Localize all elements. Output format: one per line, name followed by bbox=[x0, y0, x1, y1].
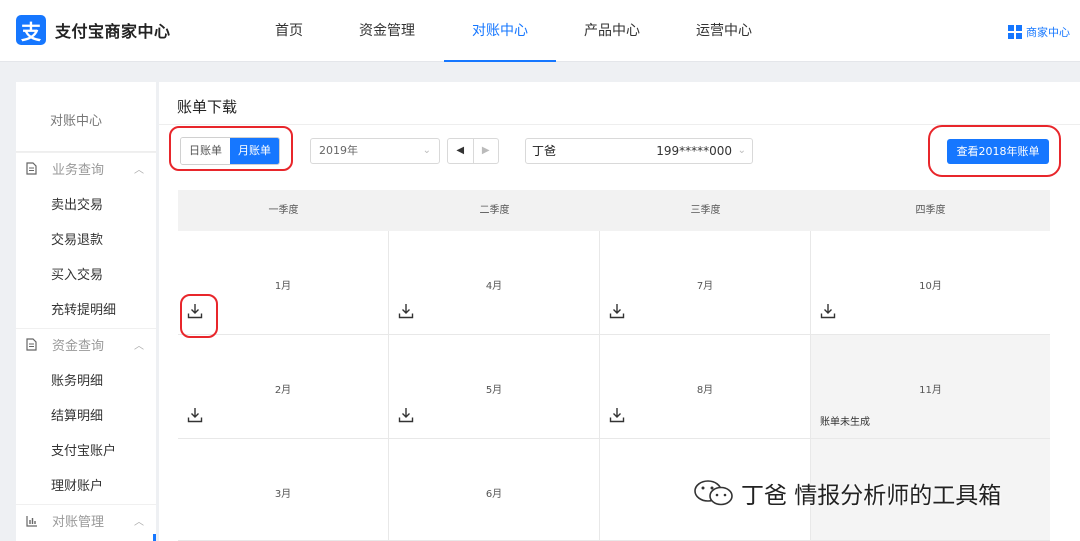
month-label: 3月 bbox=[274, 489, 292, 500]
highlight-circle bbox=[928, 125, 1061, 177]
account-name: 丁爸 bbox=[532, 144, 557, 158]
bar-chart-icon bbox=[26, 505, 40, 541]
chevron-up-icon: ︿ bbox=[134, 516, 144, 528]
quarter-header: 四季度 bbox=[811, 190, 1050, 231]
sidebar: 对账中心 业务查询 ︿ 卖出交易 交易退款 买入交易 充转提明细 资金查询 ︿ … bbox=[16, 82, 156, 541]
quarter-header: 二季度 bbox=[389, 190, 600, 231]
month-cell: 4月 bbox=[389, 231, 600, 335]
month-label: 11月 bbox=[919, 385, 942, 396]
download-icon[interactable] bbox=[609, 407, 625, 423]
main-panel: 账单下载 日账单 月账单 2019年 ⌄ ◀ ▶ 丁爸 199*****000 … bbox=[159, 82, 1080, 541]
bill-status-note: 账单未生成 bbox=[820, 417, 870, 428]
page-title: 账单下载 bbox=[177, 98, 238, 116]
month-cell: 2月 bbox=[178, 335, 389, 439]
sidebar-item-transfer-details[interactable]: 充转提明细 bbox=[16, 293, 156, 328]
document-icon bbox=[26, 329, 40, 365]
sidebar-item-account-details[interactable]: 账务明细 bbox=[16, 364, 156, 399]
previous-year-button[interactable]: ◀ bbox=[448, 139, 474, 163]
app-grid-icon bbox=[1008, 25, 1022, 39]
quarter-header: 三季度 bbox=[600, 190, 811, 231]
sidebar-item-settlement-details[interactable]: 结算明细 bbox=[16, 399, 156, 434]
month-label: 8月 bbox=[696, 385, 714, 396]
download-icon[interactable] bbox=[398, 303, 414, 319]
account-number: 199*****000 bbox=[656, 144, 732, 158]
merchant-center-link[interactable]: 商家中心 bbox=[1008, 24, 1070, 40]
chevron-up-icon: ︿ bbox=[134, 164, 144, 176]
month-cell: 11月账单未生成 bbox=[811, 335, 1050, 439]
sidebar-item-wealth-account[interactable]: 理财账户 bbox=[16, 469, 156, 504]
month-label: 2月 bbox=[274, 385, 292, 396]
chevron-down-icon: ⌄ bbox=[737, 145, 746, 156]
nav-operations[interactable]: 运营中心 bbox=[668, 0, 780, 62]
month-cell: 10月 bbox=[811, 231, 1050, 335]
nav-products[interactable]: 产品中心 bbox=[556, 0, 668, 62]
main-nav: 首页 资金管理 对账中心 产品中心 运营中心 bbox=[248, 0, 780, 62]
watermark-text: 丁爸 情报分析师的工具箱 bbox=[741, 483, 1002, 509]
month-label: 1月 bbox=[274, 281, 292, 292]
merchant-center-label: 商家中心 bbox=[1026, 26, 1070, 39]
sidebar-item-refunds[interactable]: 交易退款 bbox=[16, 223, 156, 258]
sidebar-group-reconciliation-mgmt[interactable]: 对账管理 ︿ bbox=[16, 504, 156, 540]
sidebar-item-sales[interactable]: 卖出交易 bbox=[16, 188, 156, 223]
month-label: 4月 bbox=[485, 281, 503, 292]
active-indicator bbox=[153, 534, 156, 541]
quarter-header: 一季度 bbox=[178, 190, 389, 231]
alipay-logo-icon: 支 bbox=[16, 15, 46, 45]
chevron-up-icon: ︿ bbox=[134, 340, 144, 352]
sidebar-group-business-query[interactable]: 业务查询 ︿ bbox=[16, 152, 156, 188]
watermark: 丁爸 情报分析师的工具箱 bbox=[693, 476, 1001, 510]
highlight-circle bbox=[169, 126, 293, 171]
download-icon[interactable] bbox=[820, 303, 836, 319]
sidebar-group-funds-query[interactable]: 资金查询 ︿ bbox=[16, 328, 156, 364]
next-year-button[interactable]: ▶ bbox=[474, 139, 499, 163]
month-cell: 8月 bbox=[600, 335, 811, 439]
nav-funds[interactable]: 资金管理 bbox=[330, 0, 444, 62]
sidebar-item-alipay-account[interactable]: 支付宝账户 bbox=[16, 434, 156, 469]
month-label: 6月 bbox=[485, 489, 503, 500]
month-cell: 3月 bbox=[178, 439, 389, 541]
sidebar-group-label: 对账管理 bbox=[52, 514, 105, 530]
year-select-value: 2019年 bbox=[319, 144, 358, 157]
month-label: 5月 bbox=[485, 385, 503, 396]
sidebar-group-label: 业务查询 bbox=[52, 162, 105, 178]
highlight-circle bbox=[180, 294, 218, 338]
nav-home[interactable]: 首页 bbox=[248, 0, 330, 62]
document-icon bbox=[26, 153, 40, 189]
download-icon[interactable] bbox=[609, 303, 625, 319]
chevron-down-icon: ⌄ bbox=[422, 145, 431, 156]
month-label: 7月 bbox=[696, 281, 714, 292]
app-title: 支付宝商家中心 bbox=[55, 22, 171, 41]
download-icon[interactable] bbox=[187, 407, 203, 423]
top-bar: 支 支付宝商家中心 首页 资金管理 对账中心 产品中心 运营中心 商家中心 bbox=[0, 0, 1080, 62]
sidebar-group-label: 资金查询 bbox=[52, 338, 105, 354]
sidebar-title[interactable]: 对账中心 bbox=[16, 82, 156, 152]
alipay-logo[interactable]: 支 支付宝商家中心 bbox=[16, 15, 171, 45]
download-icon[interactable] bbox=[398, 407, 414, 423]
year-select[interactable]: 2019年 ⌄ bbox=[310, 138, 440, 164]
month-cell: 6月 bbox=[389, 439, 600, 541]
year-pager: ◀ ▶ bbox=[447, 138, 499, 164]
wechat-icon bbox=[694, 480, 733, 506]
account-select[interactable]: 丁爸 199*****000 ⌄ bbox=[525, 138, 753, 164]
sidebar-item-purchases[interactable]: 买入交易 bbox=[16, 258, 156, 293]
month-cell: 5月 bbox=[389, 335, 600, 439]
month-label: 10月 bbox=[919, 281, 942, 292]
nav-reconciliation[interactable]: 对账中心 bbox=[444, 0, 556, 62]
month-cell: 7月 bbox=[600, 231, 811, 335]
